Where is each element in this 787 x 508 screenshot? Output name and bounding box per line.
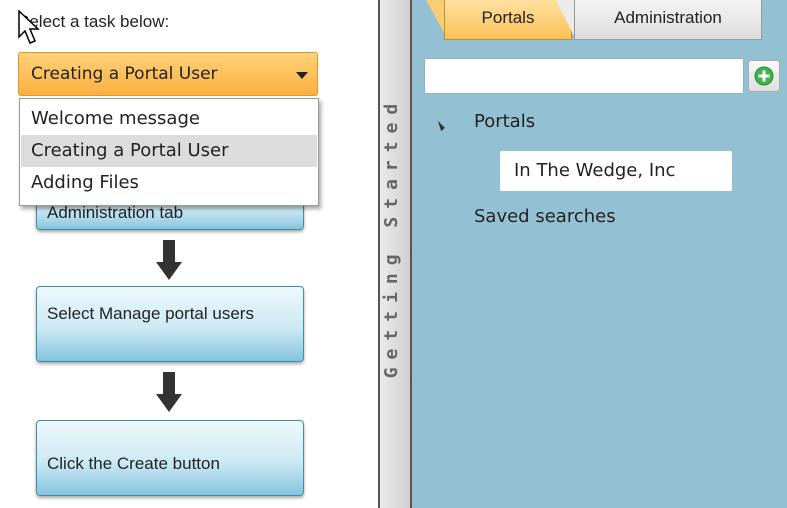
- expanded-caret-icon[interactable]: [434, 120, 445, 132]
- mouse-pointer-icon: [18, 10, 40, 44]
- tab-portals[interactable]: Portals: [444, 0, 572, 40]
- chevron-down-icon: [296, 72, 308, 79]
- step-label: Administration tab: [47, 203, 184, 222]
- down-arrow-icon: [156, 240, 182, 280]
- tab-strip: Portals Administration: [412, 0, 787, 44]
- step-manage-portal-users: Select Manage portal users: [36, 286, 304, 362]
- dropdown-option-adding-files[interactable]: Adding Files: [21, 167, 317, 199]
- step-label: Select Manage portal users: [47, 304, 254, 323]
- tree-node-in-the-wedge[interactable]: In The Wedge, Inc: [500, 151, 732, 191]
- down-arrow-icon: [156, 372, 182, 412]
- getting-started-label: Getting Started: [381, 95, 402, 379]
- step-click-create: Click the Create button: [36, 420, 304, 496]
- tree-node-portals[interactable]: Portals: [474, 111, 535, 132]
- tab-edge-decoration: [556, 0, 576, 40]
- portal-panel: Portals Administration Portals In The We…: [412, 0, 787, 508]
- task-dropdown-list: Welcome message Creating a Portal User A…: [19, 98, 319, 206]
- getting-started-sidebar[interactable]: Getting Started: [378, 0, 412, 508]
- task-panel: Select a task below: Creating a Portal U…: [0, 0, 378, 508]
- add-icon: [754, 66, 774, 86]
- dropdown-option-welcome[interactable]: Welcome message: [21, 103, 317, 135]
- step-label: Click the Create button: [47, 454, 220, 473]
- add-button[interactable]: [748, 60, 780, 92]
- task-select-value: Creating a Portal User: [31, 64, 218, 84]
- task-select[interactable]: Creating a Portal User: [18, 52, 318, 96]
- tab-administration[interactable]: Administration: [574, 0, 762, 40]
- tree-node-saved-searches[interactable]: Saved searches: [474, 206, 616, 227]
- dropdown-option-creating-portal-user[interactable]: Creating a Portal User: [21, 135, 317, 167]
- search-input[interactable]: [424, 58, 744, 94]
